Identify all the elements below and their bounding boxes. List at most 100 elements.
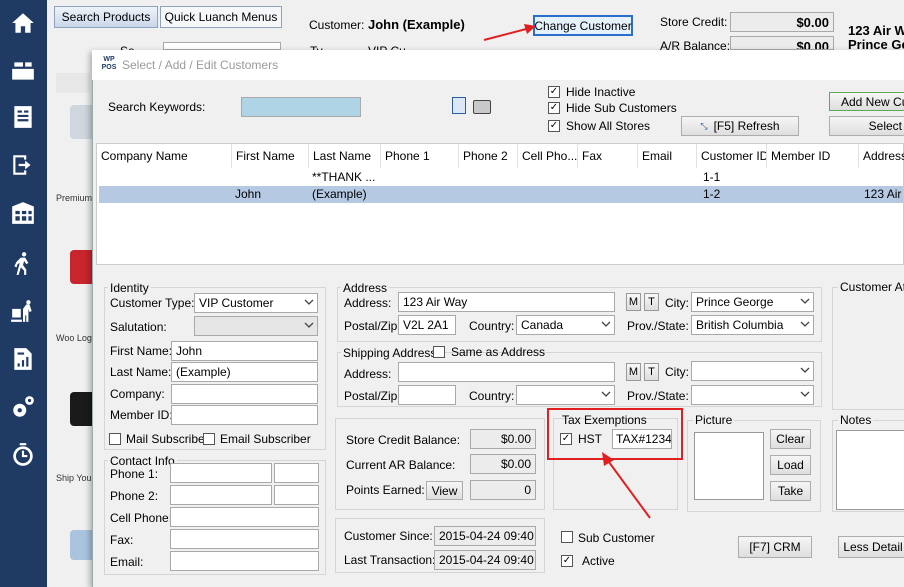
col-header-fax[interactable]: Fax bbox=[577, 144, 637, 168]
ship-postal-label: Postal/Zip: bbox=[344, 389, 401, 403]
prov-select[interactable]: British Columbia bbox=[691, 315, 814, 335]
timer-icon[interactable] bbox=[4, 436, 42, 474]
delivery-icon[interactable] bbox=[4, 292, 42, 330]
cell-phone-input[interactable] bbox=[170, 507, 319, 527]
ship-city-select[interactable] bbox=[691, 361, 814, 381]
sub-customer-checkbox[interactable] bbox=[561, 531, 573, 543]
col-header-phone2[interactable]: Phone 2 bbox=[458, 144, 517, 168]
active-label: Active bbox=[582, 554, 615, 568]
walking-icon[interactable] bbox=[4, 244, 42, 282]
crm-button[interactable]: [F7] CRM bbox=[738, 536, 812, 558]
product-thumb-behind bbox=[56, 73, 90, 93]
phone2-ext-input[interactable] bbox=[274, 485, 319, 505]
phone1-ext-input[interactable] bbox=[274, 463, 319, 483]
email-subscriber-checkbox[interactable] bbox=[203, 433, 215, 445]
address-input[interactable]: 123 Air Way bbox=[398, 292, 615, 312]
refresh-label: [F5] Refresh bbox=[713, 119, 780, 133]
country-select[interactable]: Canada bbox=[516, 315, 615, 335]
store-credit-label: Store Credit: bbox=[660, 15, 728, 29]
refresh-button[interactable]: ⤡ [F5] Refresh bbox=[681, 116, 799, 136]
member-id-input[interactable] bbox=[171, 405, 318, 425]
warehouse-icon[interactable] bbox=[4, 194, 42, 232]
fax-input[interactable] bbox=[170, 529, 319, 549]
top-address-line2: Prince Ge bbox=[848, 37, 904, 50]
active-checkbox[interactable]: ✓ bbox=[561, 555, 573, 567]
change-customer-button[interactable]: Change Customer bbox=[533, 15, 633, 36]
view-points-button[interactable]: View bbox=[426, 481, 463, 500]
identity-title: Identity bbox=[108, 281, 151, 295]
t-button[interactable]: T bbox=[644, 293, 659, 311]
hst-checkbox[interactable]: ✓ bbox=[560, 433, 572, 445]
col-header-last-name[interactable]: Last Name bbox=[308, 144, 380, 168]
ship-country-select[interactable] bbox=[516, 385, 615, 405]
table-row-selected[interactable]: John (Example) 1-2 123 Air W bbox=[99, 186, 904, 203]
copy-icon[interactable] bbox=[452, 97, 466, 114]
col-header-email[interactable]: Email bbox=[637, 144, 696, 168]
tab-search-products[interactable]: Search Products bbox=[54, 6, 158, 28]
phone2-input[interactable] bbox=[170, 485, 272, 505]
phone1-input[interactable] bbox=[170, 463, 272, 483]
same-as-address-checkbox[interactable] bbox=[433, 346, 445, 358]
chevron-down-icon bbox=[800, 321, 810, 327]
ship-prov-select[interactable] bbox=[691, 385, 814, 405]
col-header-phone1[interactable]: Phone 1 bbox=[380, 144, 458, 168]
ship-map-button[interactable]: M bbox=[626, 363, 641, 381]
col-header-member-id[interactable]: Member ID bbox=[766, 144, 858, 168]
select-button[interactable]: Select bbox=[829, 116, 904, 136]
search-input[interactable] bbox=[241, 97, 361, 117]
tax-title: Tax Exemptions bbox=[562, 413, 647, 427]
map-button[interactable]: M bbox=[626, 293, 641, 311]
postal-label: Postal/Zip: bbox=[344, 319, 401, 333]
ship-postal-input[interactable] bbox=[398, 385, 456, 405]
picture-load-button[interactable]: Load bbox=[770, 455, 811, 475]
report-icon[interactable] bbox=[4, 340, 42, 378]
company-input[interactable] bbox=[171, 384, 318, 404]
ship-address-input[interactable] bbox=[398, 362, 615, 382]
hide-sub-checkbox[interactable]: ✓ bbox=[548, 102, 560, 114]
product-label-2[interactable]: Ship You bbox=[56, 473, 96, 483]
picture-frame bbox=[694, 432, 764, 500]
less-detail-button[interactable]: Less Detail bbox=[838, 536, 904, 558]
printer-icon[interactable] bbox=[473, 100, 491, 114]
picture-clear-button[interactable]: Clear bbox=[770, 429, 811, 449]
col-header-address[interactable]: Address bbox=[858, 144, 904, 168]
hst-tax-input[interactable]: TAX#1234 bbox=[612, 429, 672, 449]
ship-address-label: Address: bbox=[344, 367, 392, 381]
col-header-customer-id[interactable]: Customer ID bbox=[696, 144, 766, 168]
cell-last-name: (Example) bbox=[312, 187, 367, 201]
tab-quick-launch[interactable]: Quick Luanch Menus bbox=[160, 6, 282, 28]
last-name-input[interactable]: (Example) bbox=[171, 362, 318, 382]
col-header-first-name[interactable]: First Name bbox=[231, 144, 308, 168]
col-header-company[interactable]: Company Name bbox=[97, 144, 231, 168]
mail-subscriber-checkbox[interactable] bbox=[109, 433, 121, 445]
contact-title: Contact Info bbox=[108, 454, 177, 468]
register-icon[interactable] bbox=[4, 52, 42, 90]
ship-country-label: Country: bbox=[469, 389, 515, 403]
table-row[interactable]: **THANK ... 1-1 bbox=[97, 169, 903, 186]
first-name-input[interactable]: John bbox=[171, 341, 318, 361]
notes-textarea[interactable] bbox=[836, 430, 904, 510]
country-value: Canada bbox=[521, 318, 564, 332]
store-credit-value: $0.00 bbox=[730, 12, 834, 32]
ship-t-button[interactable]: T bbox=[644, 363, 659, 381]
settings-icon[interactable] bbox=[4, 388, 42, 426]
exit-icon[interactable] bbox=[4, 146, 42, 184]
picture-take-button[interactable]: Take bbox=[770, 481, 811, 501]
add-new-customer-button[interactable]: Add New Cus bbox=[829, 92, 904, 111]
email-input[interactable] bbox=[170, 551, 319, 571]
hide-inactive-checkbox[interactable]: ✓ bbox=[548, 86, 560, 98]
cell-address: 123 Air W bbox=[864, 187, 904, 201]
city-select[interactable]: Prince George bbox=[691, 292, 814, 312]
home-icon[interactable] bbox=[4, 4, 42, 42]
customer-type-select[interactable]: VIP Customer bbox=[194, 293, 318, 313]
dialog-titlebar: WP POS Select / Add / Edit Customers bbox=[92, 50, 904, 80]
product-label-0[interactable]: Premium bbox=[56, 193, 96, 203]
col-header-cell[interactable]: Cell Pho... bbox=[517, 144, 577, 168]
show-all-stores-checkbox[interactable]: ✓ bbox=[548, 120, 560, 132]
postal-input[interactable]: V2L 2A1 bbox=[398, 315, 456, 335]
invoice-icon[interactable] bbox=[4, 98, 42, 136]
salutation-select[interactable] bbox=[194, 316, 318, 336]
product-label-1[interactable]: Woo Log bbox=[56, 333, 96, 343]
last-name-label: Last Name: bbox=[110, 365, 172, 379]
city-value: Prince George bbox=[696, 295, 774, 309]
